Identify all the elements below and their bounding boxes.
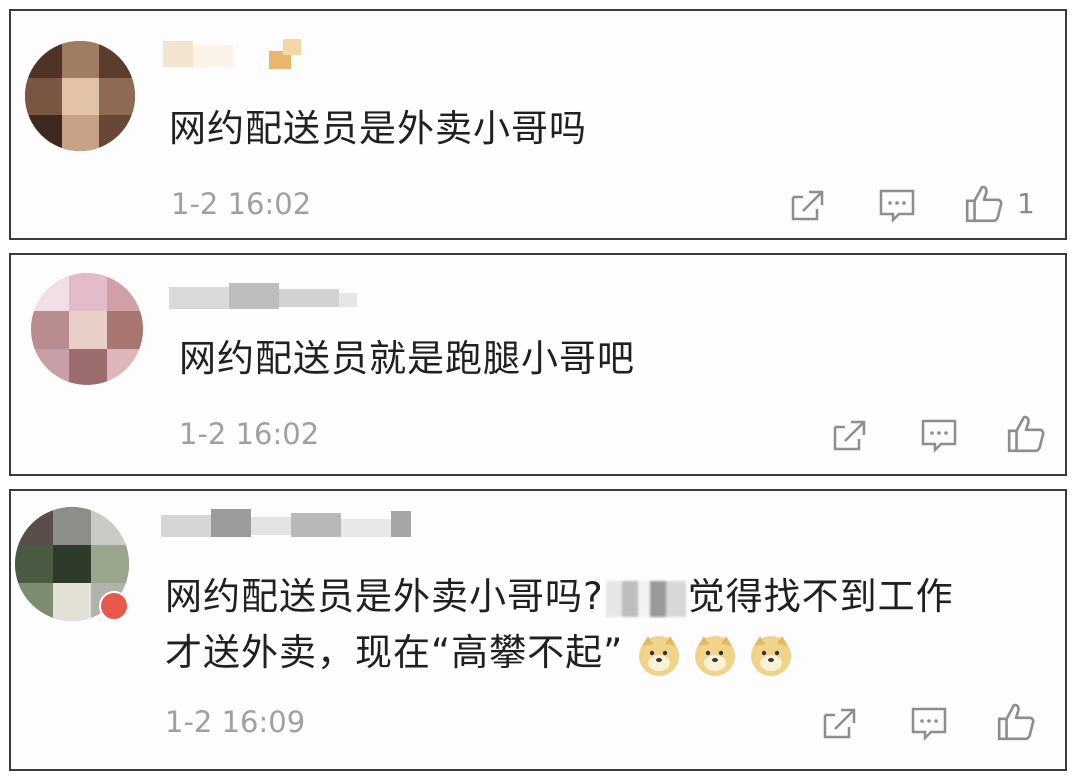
share-icon[interactable] (787, 185, 827, 225)
avatar[interactable] (31, 273, 143, 385)
comment-text: 网约配送员是外卖小哥吗? 觉得找不到工作 (165, 571, 954, 623)
username-blurred[interactable] (169, 283, 359, 313)
doge-emoji (751, 635, 792, 676)
timestamp: 1-2 16:02 (171, 187, 312, 221)
comment-text: 网约配送员是外卖小哥吗 (169, 107, 587, 150)
avatar[interactable] (25, 41, 135, 151)
doge-emoji (639, 635, 680, 676)
username-blurred[interactable] (163, 39, 313, 69)
timestamp: 1-2 16:02 (179, 417, 320, 451)
thumbs-up-icon[interactable] (1005, 413, 1047, 455)
thumbs-up-icon[interactable] (995, 701, 1037, 743)
blurred-mention (605, 580, 686, 617)
share-icon[interactable] (819, 703, 859, 743)
comment-text-line1-start: 网约配送员是外卖小哥吗? (165, 575, 604, 618)
share-icon[interactable] (829, 415, 869, 455)
comment-icon[interactable] (877, 185, 917, 225)
comment-text: 网约配送员就是跑腿小哥吧 (179, 337, 635, 380)
verified-badge-icon (99, 591, 129, 621)
doge-emoji (695, 635, 736, 676)
comment-text-line1-end: 觉得找不到工作 (687, 575, 954, 618)
comment-icon[interactable] (919, 415, 959, 455)
comment-text-line2: 才送外卖，现在“高攀不起” (165, 631, 624, 674)
comment-card: 网约配送员就是跑腿小哥吧 1-2 16:02 (9, 253, 1067, 476)
thumbs-up-icon[interactable] (963, 183, 1005, 225)
comment-text: 才送外卖，现在“高攀不起” (165, 627, 804, 679)
username-blurred[interactable] (161, 509, 421, 539)
comment-icon[interactable] (909, 703, 949, 743)
comment-card: 网约配送员是外卖小哥吗 1-2 16:02 1 (9, 9, 1067, 240)
timestamp: 1-2 16:09 (165, 705, 306, 739)
like-count: 1 (1017, 187, 1035, 220)
comment-card: 网约配送员是外卖小哥吗?觉得找不到工作 才送外卖，现在“高攀不起” 1-2 1 (9, 489, 1067, 771)
